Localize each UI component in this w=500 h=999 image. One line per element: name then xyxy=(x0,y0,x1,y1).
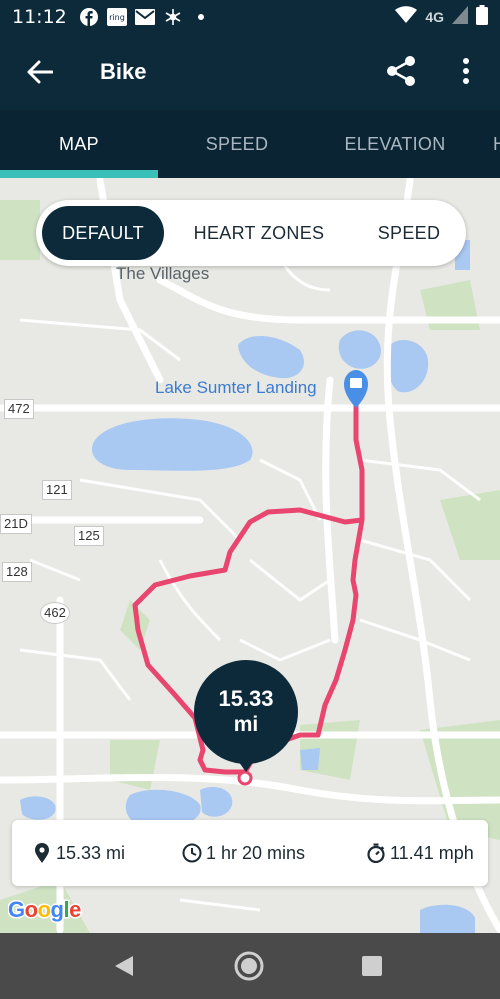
tab-map[interactable]: MAP xyxy=(0,110,158,178)
dot-icon xyxy=(191,7,211,27)
screen: 11:12 ring 4G Bike MAP SPEED ELEVATION H… xyxy=(0,0,500,999)
road-shield-462: 462 xyxy=(40,602,70,624)
status-bar: 11:12 ring 4G xyxy=(0,0,500,34)
summary-distance-text: 15.33 mi xyxy=(56,842,126,863)
ring-icon-text: ring xyxy=(109,13,125,22)
svg-text:Google: Google xyxy=(8,897,81,922)
clock-icon xyxy=(182,843,202,863)
poi-label[interactable]: Lake Sumter Landing xyxy=(155,378,317,398)
page-title: Bike xyxy=(100,59,147,84)
summary-duration-text: 1 hr 20 mins xyxy=(206,842,306,863)
nav-back-button[interactable] xyxy=(104,946,144,986)
summary-card: 15.33 mi 1 hr 20 mins 11.41 mph xyxy=(12,820,488,886)
road-shield-125: 125 xyxy=(74,526,104,546)
distance-bubble: 15.33 mi xyxy=(194,660,298,764)
road-shield-21d: 21D xyxy=(0,514,32,534)
nav-home-button[interactable] xyxy=(229,946,269,986)
map-mode-selector: DEFAULT HEART ZONES SPEED xyxy=(36,200,466,266)
app-bar: Bike xyxy=(0,34,500,110)
tab-speed[interactable]: SPEED xyxy=(158,110,316,178)
google-logo-svg: Google Google xyxy=(7,896,84,924)
road-shield-128: 128 xyxy=(2,562,32,582)
summary-duration: 1 hr 20 mins xyxy=(182,820,305,886)
arrow-left-icon xyxy=(27,60,53,84)
summary-speed-text: 11.41 mph xyxy=(390,842,474,863)
nav-recents-button[interactable] xyxy=(352,946,392,986)
distance-bubble-value: 15.33 xyxy=(218,686,274,711)
location-pin-icon xyxy=(32,843,52,863)
road-shield-472: 472 xyxy=(4,399,34,419)
distance-bubble-tail xyxy=(236,758,256,772)
route-start-pin xyxy=(344,370,368,408)
map-mode-default[interactable]: DEFAULT xyxy=(42,206,164,260)
home-circle-icon xyxy=(234,951,264,981)
map-mode-speed[interactable]: SPEED xyxy=(362,206,456,260)
tab-heart-rate[interactable]: H xyxy=(474,110,500,178)
mail-icon xyxy=(134,7,155,27)
summary-speed: 11.41 mph xyxy=(366,820,474,886)
network-type: 4G xyxy=(425,9,444,25)
more-options-button[interactable] xyxy=(448,50,484,92)
google-logo: Google Google xyxy=(7,896,88,930)
system-nav-bar xyxy=(0,933,500,999)
share-icon xyxy=(387,56,415,86)
map-mode-heart-zones[interactable]: HEART ZONES xyxy=(184,206,334,260)
snowflake-icon xyxy=(163,7,183,27)
back-button[interactable] xyxy=(18,50,62,94)
triangle-back-icon xyxy=(115,956,133,976)
tab-bar: MAP SPEED ELEVATION H xyxy=(0,110,500,178)
ring-icon: ring xyxy=(106,7,127,27)
facebook-icon xyxy=(79,7,99,27)
place-label: The Villages xyxy=(116,264,210,283)
battery-icon xyxy=(476,4,488,30)
status-time: 11:12 xyxy=(12,6,67,28)
distance-bubble-unit: mi xyxy=(233,713,259,736)
share-button[interactable] xyxy=(380,50,422,92)
tab-elevation[interactable]: ELEVATION xyxy=(316,110,474,178)
more-vert-icon xyxy=(463,58,469,84)
road-shield-121: 121 xyxy=(42,480,72,500)
square-recents-icon xyxy=(362,956,382,976)
status-right: 4G xyxy=(395,4,488,30)
route-end-marker xyxy=(237,770,253,786)
tab-indicator xyxy=(0,170,158,178)
stopwatch-icon xyxy=(366,843,386,863)
wifi-icon xyxy=(395,5,418,29)
summary-distance: 15.33 mi xyxy=(32,820,125,886)
signal-icon xyxy=(452,5,468,29)
